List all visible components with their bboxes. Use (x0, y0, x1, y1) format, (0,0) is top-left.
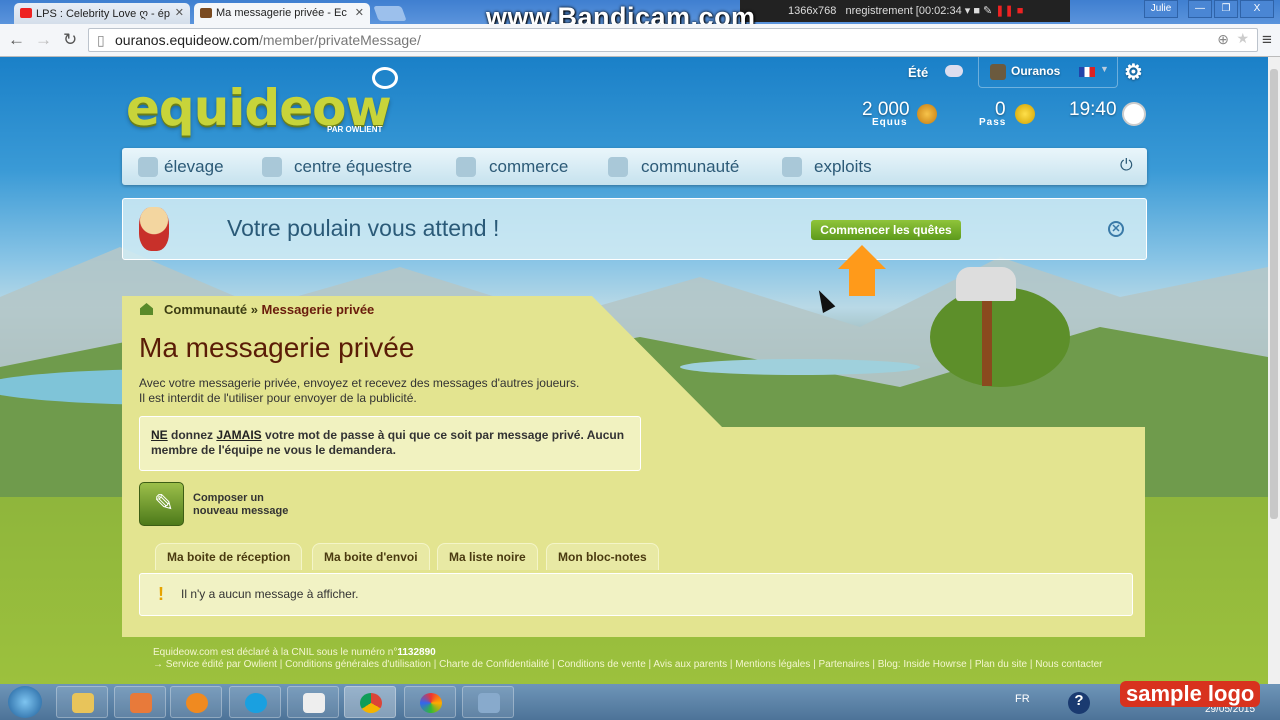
minimize-button[interactable]: — (1188, 0, 1212, 18)
owl-icon (372, 67, 398, 89)
taskbar-chrome[interactable] (344, 686, 396, 718)
forward-button[interactable]: → (35, 30, 52, 50)
notes-icon (303, 693, 325, 713)
power-icon[interactable]: ⏻ (1120, 157, 1133, 175)
password-warning: NE donnez JAMAIS votre mot de passe à qu… (139, 416, 641, 471)
nav-exploits[interactable]: exploits (814, 157, 872, 177)
help-icon[interactable]: ? (1068, 692, 1090, 714)
gear-icon[interactable]: ⚙ (1124, 60, 1143, 85)
flag-fr-icon (1079, 67, 1095, 77)
user-menu[interactable]: Ouranos ▼ (978, 57, 1118, 88)
zoom-icon[interactable]: ⊕ (1217, 31, 1229, 48)
taskbar-notes[interactable] (287, 686, 339, 718)
app-icon (130, 693, 152, 713)
centre-equestre-icon (262, 157, 282, 177)
skype-icon (245, 693, 267, 713)
close-window-button[interactable]: X (1240, 0, 1274, 18)
start-button[interactable] (8, 686, 42, 718)
picasa-icon (420, 693, 442, 713)
communaute-icon (608, 157, 628, 177)
intro-text: Avec votre messagerie privée, envoyez et… (139, 376, 580, 405)
pass-icon (1015, 104, 1035, 124)
tab-blacklist[interactable]: Ma liste noire (437, 543, 538, 570)
tab-sent[interactable]: Ma boite d'envoi (312, 543, 430, 570)
arrow-up-icon-stem (849, 268, 875, 296)
mascot-icon (139, 207, 169, 251)
mailbox-icon (956, 267, 1016, 301)
taskbar-skype[interactable] (229, 686, 281, 718)
back-button[interactable]: ← (8, 30, 25, 50)
scrollbar[interactable] (1268, 57, 1280, 684)
page-icon: ▯ (97, 32, 105, 48)
arrow-up-icon (838, 245, 886, 269)
elevage-icon (138, 157, 158, 177)
quill-icon: ✎ (154, 490, 175, 517)
profile-button[interactable]: Julie (1144, 0, 1178, 18)
taskbar-explorer[interactable] (56, 686, 108, 718)
taskbar: ? (0, 684, 1280, 720)
start-quests-button[interactable]: Commencer les quêtes (811, 220, 961, 240)
language-indicator[interactable]: FR (1015, 693, 1030, 705)
taskbar-picasa[interactable] (404, 686, 456, 718)
nav-communaute[interactable]: communauté (641, 157, 739, 177)
media-player-icon (186, 693, 208, 713)
menu-icon[interactable]: ≡ (1262, 30, 1272, 50)
trophy-icon (782, 157, 802, 177)
avatar (990, 64, 1006, 80)
recorder-bar: 1366x768 nregistrement [00:02:34 ▾ ■ ✎ ❚… (740, 0, 1070, 22)
nav-commerce[interactable]: commerce (489, 157, 568, 177)
taskbar-bandicam[interactable] (462, 686, 514, 718)
tab-messagerie[interactable]: Ma messagerie privée - Ec ✕ (194, 3, 370, 24)
empty-message-box: ! Il n'y a aucun message à afficher. (139, 573, 1133, 616)
nav-elevage[interactable]: élevage (164, 157, 224, 177)
breadcrumb: Communauté » Messagerie privée (164, 302, 375, 317)
tab-lps[interactable]: LPS : Celebrity Love ღ - ép ✕ (14, 3, 190, 24)
taskbar-media[interactable] (170, 686, 222, 718)
close-icon[interactable]: ✕ (1108, 221, 1124, 237)
star-icon[interactable]: ★ (1236, 30, 1249, 47)
nav-centre-equestre[interactable]: centre équestre (294, 157, 412, 177)
horse-icon (200, 8, 212, 18)
close-tab-icon[interactable]: ✕ (175, 6, 184, 19)
tab-inbox[interactable]: Ma boite de réception (155, 543, 303, 570)
youtube-icon (20, 8, 32, 18)
folder-icon (72, 693, 94, 713)
quest-banner: Votre poulain vous attend ! Commencer le… (122, 198, 1147, 260)
main-nav: élevage centre équestre commerce communa… (122, 148, 1147, 185)
bandicam-icon (478, 693, 500, 713)
page-title: Ma messagerie privée (139, 332, 415, 363)
sample-logo-overlay: sample logo (1120, 681, 1261, 707)
clock-icon (1122, 102, 1146, 126)
weather-icon (945, 65, 963, 77)
chrome-icon (360, 693, 382, 713)
address-bar[interactable]: ▯ ouranos.equideow.com/member/privateMes… (88, 28, 1258, 52)
scrollbar-thumb[interactable] (1270, 69, 1278, 519)
compose-link[interactable]: Composer un nouveau message (193, 492, 288, 518)
tab-notepad[interactable]: Mon bloc-notes (546, 543, 659, 570)
chevron-down-icon: ▼ (1100, 64, 1109, 74)
equus-coin-icon (917, 104, 937, 124)
restore-button[interactable]: ❐ (1214, 0, 1238, 18)
taskbar-app[interactable] (114, 686, 166, 718)
new-tab-button[interactable] (373, 6, 407, 21)
breadcrumb-communaute[interactable]: Communauté (164, 302, 247, 317)
close-tab-icon[interactable]: ✕ (355, 6, 364, 19)
warning-icon: ! (158, 584, 164, 604)
compose-button[interactable]: ✎ (139, 482, 184, 526)
footer-links[interactable]: Service édité par Owlient | Conditions g… (166, 659, 1103, 670)
browser-tab-bar: LPS : Celebrity Love ღ - ép ✕ Ma messager… (0, 0, 1280, 32)
footer: Equideow.com est déclaré à la CNIL sous … (153, 647, 1103, 670)
reload-button[interactable]: ↻ (63, 30, 77, 50)
commerce-icon (456, 157, 476, 177)
mailbox-post (982, 301, 992, 386)
arrow-icon: → (153, 658, 166, 670)
browser-toolbar: ← → ↻ ▯ ouranos.equideow.com/member/priv… (0, 24, 1280, 57)
